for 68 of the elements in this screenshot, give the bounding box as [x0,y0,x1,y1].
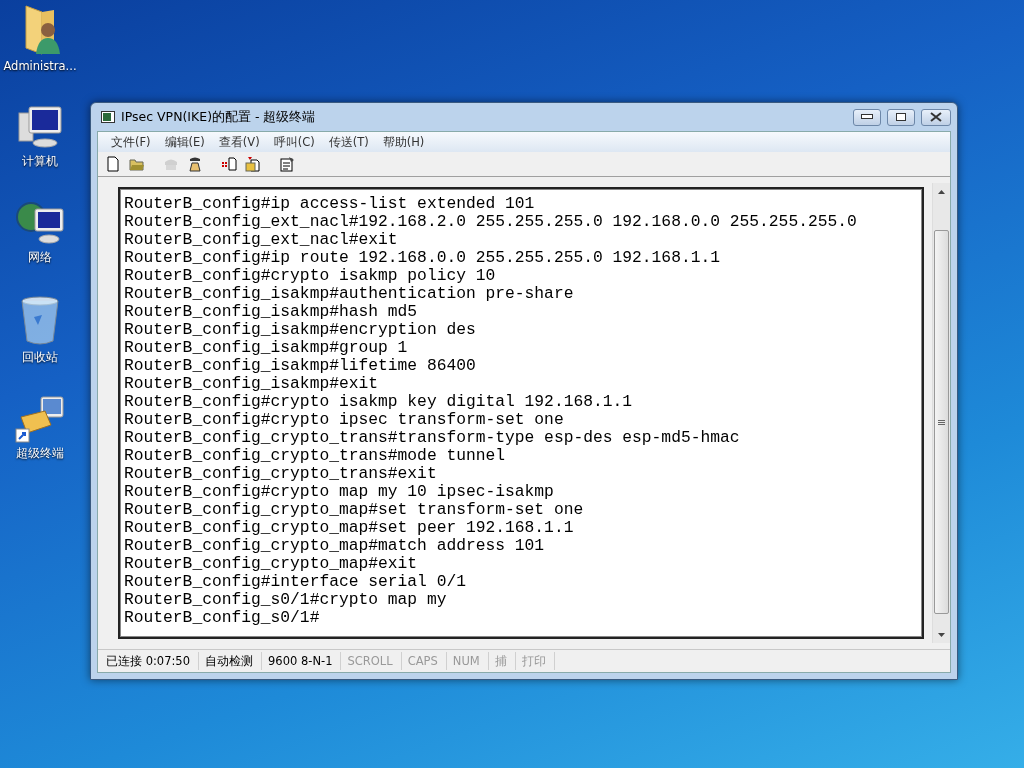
desktop-icon-label[interactable]: 回收站 [22,350,58,365]
terminal-line: RouterB_config_s0/1#crypto map my [124,591,448,609]
terminal-line: RouterB_config_crypto_trans#mode tunnel [124,447,507,465]
terminal-line: RouterB_config_isakmp#lifetime 86400 [124,357,477,375]
status-text: 已连接 0:07:50 [100,652,199,670]
terminal-line: RouterB_config_isakmp#authentication pre-share [124,285,575,303]
terminal-line: RouterB_config#crypto ipsec transform-set one [124,411,565,429]
status-text: CAPS [401,652,447,670]
send-file-icon[interactable] [220,155,238,173]
terminal-line: RouterB_config_crypto_map#exit [124,555,419,573]
status-text: 9600 8-N-1 [262,652,342,670]
scrollbar[interactable] [932,183,950,643]
status-text: SCROLL [341,652,402,670]
desktop-icon-label[interactable]: Administra... [3,59,77,73]
terminal-line: RouterB_config_s0/1# [124,609,321,627]
menu-item[interactable]: 查看(V) [211,134,267,150]
scroll-thumb[interactable] [934,230,949,614]
terminal-line: RouterB_config_isakmp#group 1 [124,339,409,357]
terminal-line: RouterB_config_crypto_map#set peer 192.168.1.1 [124,519,575,537]
menu-item[interactable]: 呼叫(C) [266,134,322,150]
send-file-icon [221,156,237,172]
terminal-line: RouterB_config_isakmp#encryption des [124,321,477,339]
minimize-button[interactable] [853,108,881,126]
terminal-line: RouterB_config#crypto isakmp key digital 192.168.1.1 [124,393,634,411]
open-folder-icon [129,156,145,172]
receive-file-icon[interactable] [244,155,262,173]
status-text: NUM [446,652,489,670]
terminal-line: RouterB_config#interface serial 0/1 [124,573,467,591]
menu-item[interactable]: 文件(F) [104,134,158,150]
terminal-line: RouterB_config#ip route 192.168.0.0 255.255.255.0 192.168.1.1 [124,249,721,267]
desktop-icon-label[interactable]: 计算机 [22,154,58,169]
desktop-icon-label[interactable]: 超级终端 [16,446,64,461]
receive-file-icon [245,156,261,172]
new-file-icon[interactable] [104,155,122,173]
terminal-line: RouterB_config_crypto_map#match address 101 [124,537,546,555]
window-title: IPsec VPN(IKE)的配置 - 超级终端 [121,108,317,126]
terminal-line: RouterB_config_isakmp#hash md5 [124,303,419,321]
terminal-line: RouterB_config_ext_nacl#exit [124,231,399,249]
app-icon [101,111,115,123]
terminal-line: RouterB_config_crypto_trans#exit [124,465,438,483]
terminal-line: RouterB_config_crypto_trans#transform-type esp-des esp-md5-hmac [124,429,741,447]
terminal-line: RouterB_config#crypto map my 10 ipsec-isakmp [124,483,555,501]
close-button[interactable] [921,108,951,126]
menu-item[interactable]: 传送(T) [321,134,376,150]
properties-icon[interactable] [278,155,296,173]
network-icon [15,199,65,247]
terminal-line: RouterB_config_crypto_map#set transform-set one [124,501,585,519]
status-text: 打印 [515,652,555,670]
computer-icon [15,103,65,151]
close-icon [930,112,942,122]
terminal-line: RouterB_config#ip access-list extended 101 [124,195,536,213]
terminal-line: RouterB_config_ext_nacl#192.168.2.0 255.255.255.0 192.168.0.0 255.255.255.0 [124,213,858,231]
menu-item[interactable]: 帮助(H) [375,134,432,150]
new-file-icon [105,156,121,172]
menu-item[interactable]: 编辑(E) [157,134,212,150]
desktop-icon-label[interactable]: 网络 [28,250,52,265]
status-text: 自动检测 [199,652,262,670]
status-text: 捕 [488,652,516,670]
terminal-line: RouterB_config_isakmp#exit [124,375,380,393]
minimize-icon [861,114,873,120]
scroll-up-icon[interactable] [938,189,945,194]
maximize-icon [896,113,906,121]
properties-icon [279,156,295,172]
terminal-line: RouterB_config#crypto isakmp policy 10 [124,267,497,285]
scroll-down-icon[interactable] [938,632,945,637]
recycle-bin-icon [18,295,62,347]
phone-computer-shortcut-icon [15,395,65,443]
maximize-button[interactable] [887,108,915,126]
